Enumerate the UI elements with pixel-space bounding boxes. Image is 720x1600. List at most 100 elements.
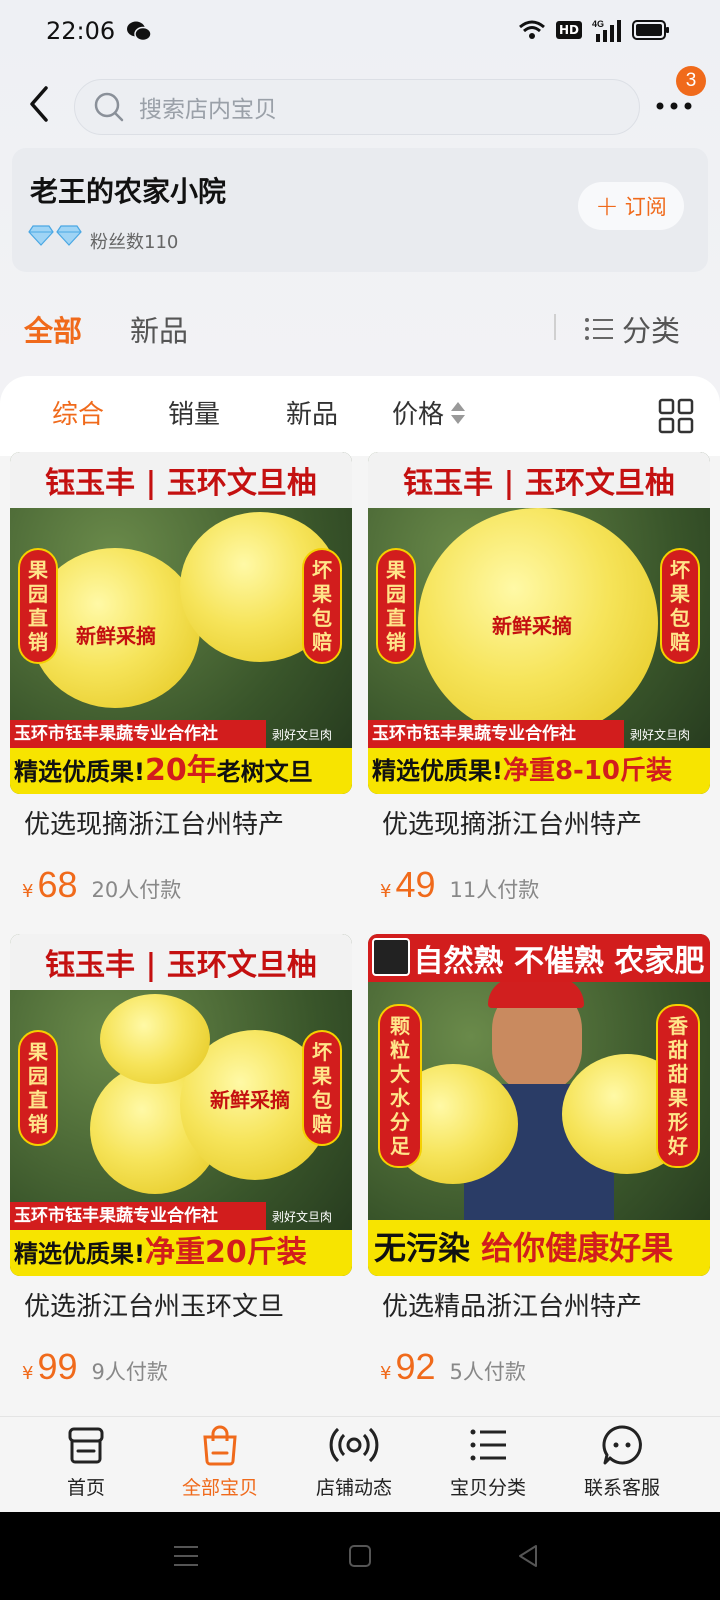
coop-label: 玉环市钰丰果蔬专业合作社 — [10, 1202, 266, 1230]
subscribe-button[interactable]: + 订阅 — [578, 182, 684, 230]
back-button[interactable] — [22, 84, 58, 124]
badge-left: 果园直销 — [18, 548, 58, 664]
bag-icon — [203, 1425, 237, 1466]
badge-right: 坏果包赔 — [302, 548, 342, 664]
tab-divider — [554, 314, 556, 340]
price-row: ¥ 92 5人付款 — [380, 1346, 526, 1388]
subscribe-label: 订阅 — [624, 195, 667, 219]
fresh-label: 新鲜采摘 — [76, 624, 156, 648]
bottom-banner: 精选优质果!净重8-10斤装 — [368, 748, 710, 794]
sort-sales[interactable]: 销量 — [168, 394, 220, 431]
fresh-label: 新鲜采摘 — [210, 1088, 290, 1112]
grid-view-icon[interactable] — [658, 398, 694, 434]
badge-right: 坏果包赔 — [660, 548, 700, 664]
badge-left: 果园直销 — [18, 1030, 58, 1146]
sales-count: 20人付款 — [91, 878, 182, 902]
status-bar: 22:06 HD 4G — [0, 0, 720, 62]
sort-price-label: 价格 — [392, 400, 445, 430]
category-label: 分类 — [622, 314, 681, 348]
tab-all[interactable]: 全部 — [24, 308, 82, 350]
menu-nav-icon[interactable] — [172, 1544, 200, 1568]
currency-symbol: ¥ — [380, 1363, 392, 1384]
battery-icon — [632, 20, 669, 40]
price-row: ¥ 99 9人付款 — [22, 1346, 168, 1388]
product-banner: 自然熟 不催熟 农家肥 — [368, 934, 710, 982]
shop-card: 老王的农家小院 粉丝数110 + 订阅 — [12, 148, 708, 272]
search-icon — [94, 92, 124, 122]
tab-dynamics-label: 店铺动态 — [315, 1477, 392, 1499]
sort-new[interactable]: 新品 — [286, 394, 338, 431]
product-image: 钰玉丰 | 玉环文旦柚 果园直销 坏果包赔 新鲜采摘 玉环市钰丰果蔬专业合作社 … — [10, 934, 352, 1276]
list-icon — [585, 318, 613, 340]
sort-comprehensive[interactable]: 综合 — [52, 394, 104, 431]
tab-home-label: 首页 — [66, 1477, 105, 1499]
product-title: 优选精品浙江台州特产 — [382, 1292, 643, 1322]
price-row: ¥ 68 20人付款 — [22, 864, 181, 906]
brand-logo — [372, 938, 410, 976]
more-button[interactable] — [654, 92, 694, 122]
system-nav-bar — [0, 1512, 720, 1600]
tab-categories[interactable]: 宝贝分类 — [428, 1423, 548, 1500]
hd-badge: HD — [555, 21, 582, 39]
product-title: 优选浙江台州玉环文旦 — [24, 1292, 285, 1322]
currency-symbol: ¥ — [380, 881, 392, 902]
badge-left: 颗粒大 水分足 — [378, 1004, 422, 1168]
svg-text:4G: 4G — [592, 19, 604, 29]
tab-category[interactable]: 分类 — [584, 308, 680, 350]
list-icon — [470, 1429, 506, 1461]
fans-count: 粉丝数110 — [90, 232, 179, 253]
product-card[interactable]: 自然熟 不催熟 农家肥 颗粒大 水分足 香甜甜 果形好 无污染 给你健康好果 优… — [368, 934, 710, 1414]
coop-label: 玉环市钰丰果蔬专业合作社 — [368, 720, 624, 748]
product-title: 优选现摘浙江台州特产 — [24, 810, 285, 840]
bottom-banner: 精选优质果!20年老树文旦 — [10, 748, 352, 794]
coop-label: 玉环市钰丰果蔬专业合作社 — [10, 720, 266, 748]
badge-left: 果园直销 — [376, 548, 416, 664]
product-price: 49 — [395, 864, 436, 905]
back-nav-icon[interactable] — [516, 1544, 540, 1568]
tab-dynamics[interactable]: 店铺动态 — [294, 1423, 414, 1500]
notification-badge: 3 — [676, 66, 706, 96]
product-price: 92 — [395, 1346, 436, 1387]
status-icons: HD 4G — [518, 18, 670, 42]
tab-service-label: 联系客服 — [583, 1477, 660, 1499]
sales-count: 5人付款 — [449, 1360, 526, 1384]
bottom-tab-bar: 首页 全部宝贝 店铺动态 宝贝分类 联系客服 — [0, 1416, 720, 1512]
product-image: 钰玉丰 | 玉环文旦柚 果园直销 坏果包赔 新鲜采摘 玉环市钰丰果蔬专业合作社 … — [368, 452, 710, 794]
broadcast-icon — [329, 1427, 379, 1463]
product-banner: 钰玉丰 | 玉环文旦柚 — [368, 452, 710, 508]
bottom-banner: 精选优质果!净重20斤装 — [10, 1230, 352, 1276]
plus-icon: + — [595, 189, 619, 222]
currency-symbol: ¥ — [22, 881, 34, 902]
sales-count: 9人付款 — [91, 1360, 168, 1384]
badge-right: 坏果包赔 — [302, 1030, 342, 1146]
tab-new[interactable]: 新品 — [130, 308, 188, 350]
search-placeholder: 搜索店内宝贝 — [139, 97, 277, 123]
tab-service[interactable]: 联系客服 — [562, 1423, 682, 1500]
store-icon — [68, 1427, 104, 1464]
tab-home[interactable]: 首页 — [26, 1423, 146, 1500]
fresh-label: 新鲜采摘 — [492, 614, 572, 638]
tab-all-items[interactable]: 全部宝贝 — [160, 1423, 280, 1500]
sort-arrows-icon — [451, 401, 466, 424]
bottom-banner: 无污染 给你健康好果 — [368, 1220, 710, 1276]
tab-all-items-label: 全部宝贝 — [181, 1477, 258, 1499]
peel-label: 剥好文旦肉 — [629, 728, 690, 742]
chat-icon — [602, 1425, 642, 1465]
signal-icon: 4G — [592, 19, 621, 42]
shop-name: 老王的农家小院 — [30, 175, 227, 208]
sales-count: 11人付款 — [449, 878, 540, 902]
sort-price[interactable]: 价格 — [392, 394, 466, 431]
product-card[interactable]: 钰玉丰 | 玉环文旦柚 果园直销 坏果包赔 新鲜采摘 玉环市钰丰果蔬专业合作社 … — [10, 452, 352, 932]
product-price: 68 — [37, 864, 78, 905]
peel-label: 剥好文旦肉 — [271, 1210, 332, 1224]
diamond-icon — [28, 225, 54, 246]
product-card[interactable]: 钰玉丰 | 玉环文旦柚 果园直销 坏果包赔 新鲜采摘 玉环市钰丰果蔬专业合作社 … — [368, 452, 710, 932]
search-input[interactable]: 搜索店内宝贝 — [74, 79, 640, 135]
currency-symbol: ¥ — [22, 1363, 34, 1384]
product-banner: 钰玉丰 | 玉环文旦柚 — [10, 934, 352, 990]
home-nav-icon[interactable] — [348, 1544, 372, 1568]
product-card[interactable]: 钰玉丰 | 玉环文旦柚 果园直销 坏果包赔 新鲜采摘 玉环市钰丰果蔬专业合作社 … — [10, 934, 352, 1414]
sort-bar: 综合 销量 新品 价格 — [0, 376, 720, 456]
diamond-icon — [56, 225, 82, 246]
diamond-icons — [28, 224, 82, 246]
